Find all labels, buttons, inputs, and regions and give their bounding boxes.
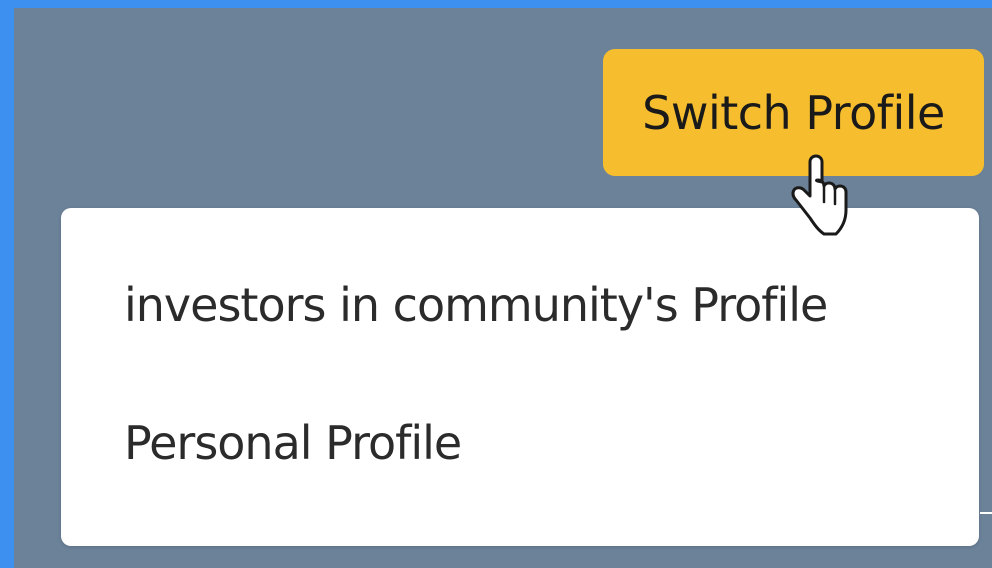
menu-item-investors-profile[interactable]: investors in community's Profile	[124, 278, 828, 332]
switch-profile-button[interactable]: Switch Profile	[603, 49, 984, 176]
profile-dropdown-menu: investors in community's Profile Persona…	[61, 208, 979, 546]
menu-item-personal-profile[interactable]: Personal Profile	[124, 416, 462, 470]
edge-divider	[980, 512, 992, 514]
